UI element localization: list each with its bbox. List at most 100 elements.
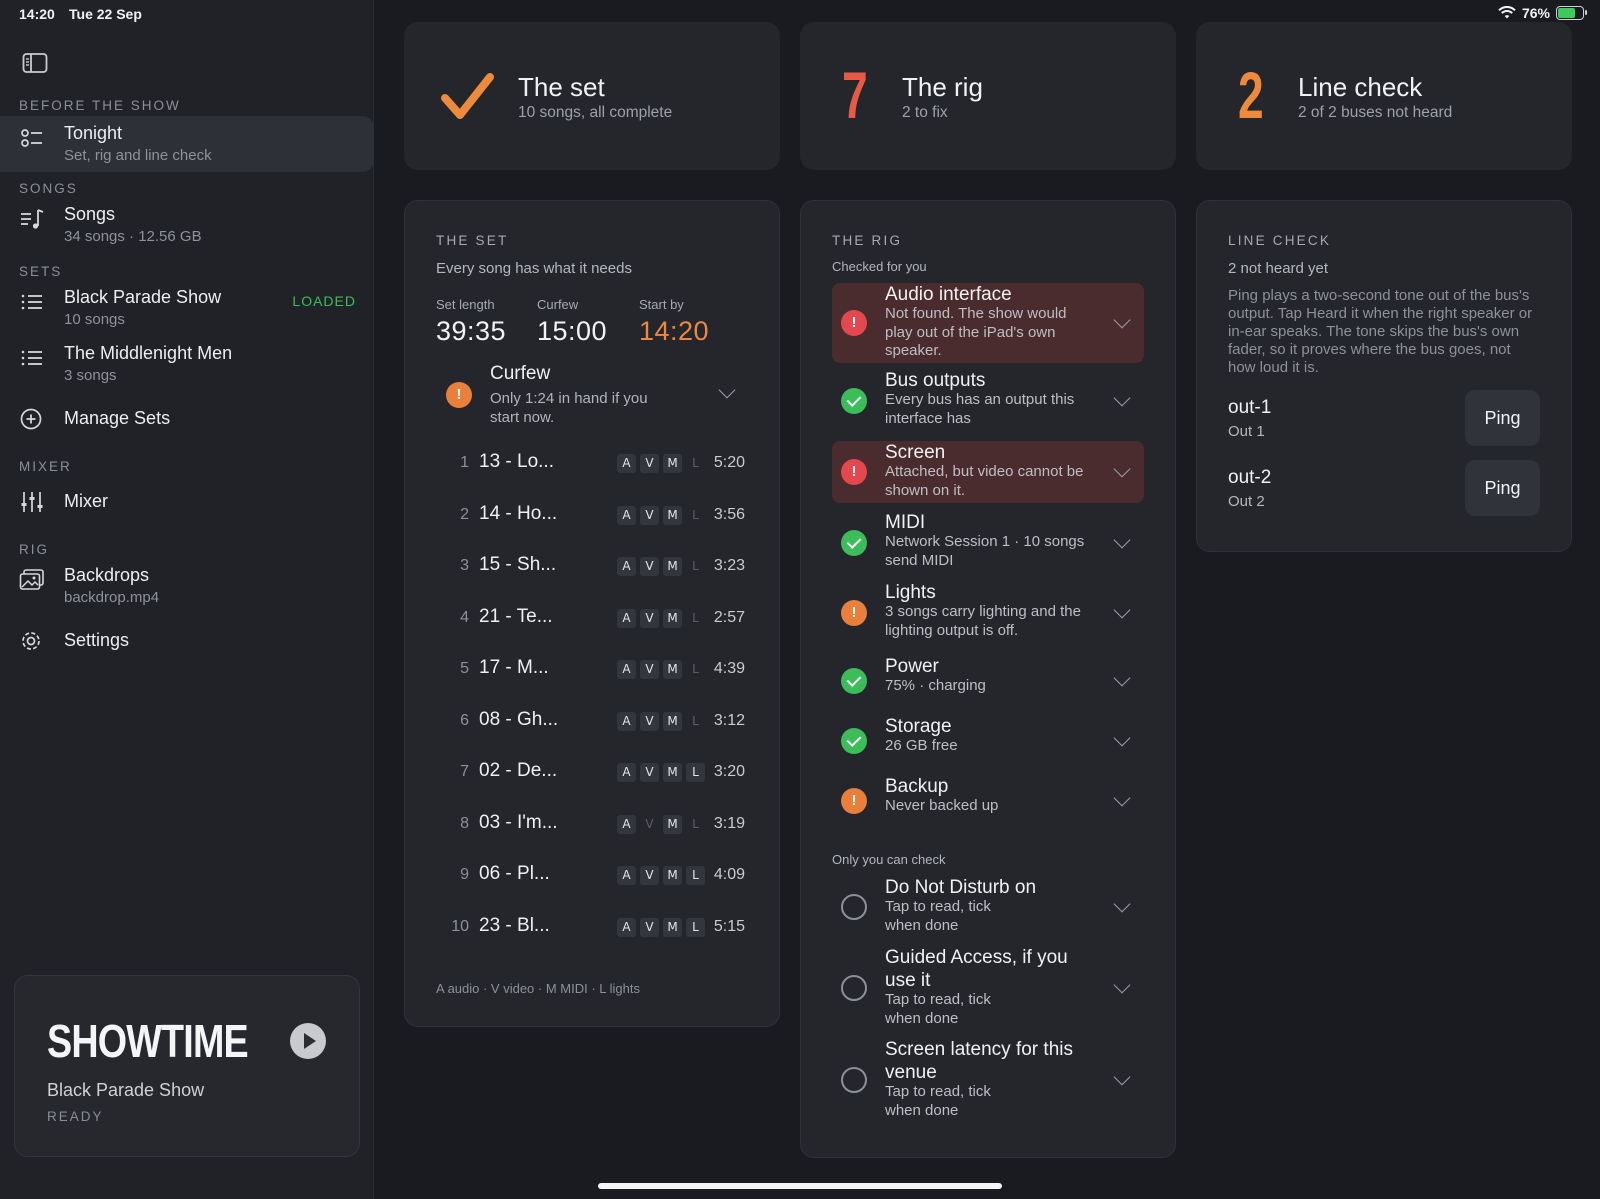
line-check-panel: LINE CHECK 2 not heard yet Ping plays a … [1196, 200, 1572, 552]
song-number: 5 [460, 660, 469, 677]
rig-item-sub: 3 songs carry lighting and the lighting … [885, 603, 1081, 639]
section-before-show: BEFORE THE SHOW [19, 98, 181, 113]
sidebar-item-sub: 34 songs · 12.56 GB [64, 228, 202, 245]
summary-sub: 2 to fix [902, 104, 948, 121]
status-indicators: 76% [1498, 5, 1587, 21]
summary-card-set[interactable]: The set 10 songs, all complete [404, 22, 780, 170]
rig-check-item[interactable]: Bus outputs Every bus has an output this … [832, 369, 1144, 433]
warning-icon: ! [841, 788, 867, 814]
song-badge-l: L [686, 917, 705, 937]
song-badge-v: V [640, 608, 659, 628]
section-rig: RIG [19, 542, 50, 557]
song-row[interactable]: 3 15 - Sh... A V M L 3:23 [435, 551, 745, 581]
rig-check-item[interactable]: ! Lights 3 songs carry lighting and the li… [832, 581, 1144, 645]
song-row[interactable]: 9 06 - Pl... A V M L 4:09 [435, 860, 745, 890]
rig-manual-item[interactable]: Guided Access, if you use it Tap to read,… [832, 946, 1144, 1030]
warning-sub: Only 1:24 in hand if you start now. [490, 390, 648, 426]
rig-check-item[interactable]: Storage 26 GB free [832, 715, 1144, 767]
sidebar-item-sub: Set, rig and line check [64, 147, 212, 164]
stat-start-by: Start by 14:20 [639, 297, 709, 347]
song-row[interactable]: 4 21 - Te... A V M L 2:57 [435, 603, 745, 633]
sidebar-item-label: Songs [64, 204, 116, 224]
empty-circle-icon[interactable] [841, 894, 867, 920]
sidebar-item-set-black-parade[interactable]: Black Parade Show 10 songs LOADED [0, 285, 374, 337]
rig-manual-item[interactable]: Do Not Disturb on Tap to read, tick when … [832, 876, 1144, 938]
song-duration: 3:23 [713, 557, 745, 574]
rig-item-title: Do Not Disturb on [885, 877, 1037, 898]
showtime-card[interactable]: SHOWTIME Black Parade Show READY [14, 975, 360, 1157]
sidebar-item-label: Black Parade Show [64, 287, 222, 307]
battery-percent: 76% [1521, 5, 1550, 21]
rig-item-sub: 75% · charging [885, 677, 986, 694]
sidebar-item-tonight[interactable]: Tonight Set, rig and line check [0, 116, 374, 172]
sliders-icon [21, 492, 43, 512]
chevron-down-icon [1113, 460, 1131, 478]
summary-sub: 10 songs, all complete [518, 104, 673, 121]
sidebar-item-settings[interactable]: Settings [0, 628, 374, 664]
song-badge-m: M [663, 505, 682, 525]
summary-card-rig[interactable]: 7 The rig 2 to fix [800, 22, 1176, 170]
badge-legend: A audio · V video · M MIDI · L lights [436, 981, 640, 996]
song-badge-l: L [686, 866, 705, 885]
sidebar-toggle-icon[interactable] [22, 52, 48, 74]
song-row[interactable]: 10 23 - Bl... A V M L 5:15 [435, 912, 745, 942]
rig-check-item[interactable]: ! Backup Never backed up [832, 775, 1144, 827]
song-duration: 4:09 [713, 866, 745, 883]
song-row[interactable]: 2 14 - Ho... A V M L 3:56 [435, 500, 745, 530]
song-badge-m: M [663, 917, 682, 937]
song-duration: 5:15 [713, 917, 745, 935]
song-number: 8 [460, 814, 469, 832]
song-row[interactable]: 8 03 - I'm... A V M L 3:19 [435, 809, 745, 839]
battery-level [1558, 8, 1576, 18]
check-circle-icon [841, 530, 867, 556]
song-badge-m: M [663, 763, 682, 782]
song-row[interactable]: 6 08 - Gh... A V M L 3:12 [435, 706, 745, 736]
warning-icon: ! [841, 600, 867, 626]
empty-circle-icon[interactable] [841, 1067, 867, 1093]
rig-manual-item[interactable]: Screen latency for this venue Tap to read… [832, 1038, 1144, 1122]
stat-value: 14:20 [639, 316, 710, 346]
song-badge-l: L [692, 559, 699, 573]
warning-icon: ! [841, 459, 867, 485]
sidebar-item-set-middlenight-men[interactable]: The Middlenight Men 3 songs [0, 341, 374, 393]
sidebar-item-label: Tonight [64, 123, 123, 143]
rig-item-title: MIDI [885, 512, 926, 533]
rig-item-sub: Never backed up [885, 797, 999, 814]
panel-title: LINE CHECK [1228, 233, 1332, 248]
set-panel: THE SET Every song has what it needs Set… [404, 200, 780, 1027]
song-row[interactable]: 7 02 - De... A V M L 3:20 [435, 757, 745, 787]
song-badge-a: A [617, 814, 636, 834]
rig-check-item[interactable]: MIDI Network Session 1 · 10 songs send MI… [832, 511, 1144, 575]
rig-check-item[interactable]: ! Screen Attached, but video cannot be sho… [832, 441, 1144, 503]
song-badge-v: V [640, 505, 659, 525]
status-date: Tue 22 Sep [69, 6, 142, 22]
sidebar-item-backdrops[interactable]: Backdrops backdrop.mp4 [0, 563, 374, 615]
play-icon[interactable] [290, 1023, 326, 1059]
song-badge-m: M [663, 557, 682, 576]
sidebar-item-songs[interactable]: Songs 34 songs · 12.56 GB [0, 202, 374, 254]
song-row[interactable]: 5 17 - M... A V M L 4:39 [435, 654, 745, 684]
summary-card-line-check[interactable]: 2 Line check 2 of 2 buses not heard [1196, 22, 1572, 170]
bus-name: out-2 [1228, 467, 1272, 488]
song-badge-m: M [663, 660, 682, 679]
ping-button[interactable]: Ping [1465, 460, 1540, 516]
song-badge-v: V [640, 557, 659, 576]
rig-check-item[interactable]: Power 75% · charging [832, 655, 1144, 707]
sidebar-item-mixer[interactable]: Mixer [0, 489, 374, 525]
home-indicator[interactable] [598, 1183, 1002, 1189]
chevron-down-icon [1113, 601, 1131, 619]
chevron-down-icon [1113, 311, 1131, 329]
song-badge-l: L [692, 816, 699, 831]
empty-circle-icon[interactable] [841, 975, 867, 1001]
rig-check-item[interactable]: ! Audio interface Not found. The show woul… [832, 283, 1144, 363]
song-row[interactable]: 1 13 - Lo... A V M L 5:20 [435, 448, 745, 478]
summary-count: 2 [1238, 58, 1264, 132]
song-badge-l: L [692, 456, 699, 470]
song-badge-m: M [663, 608, 682, 628]
ping-button[interactable]: Ping [1465, 390, 1540, 446]
song-badge-l: L [692, 662, 699, 676]
song-duration: 2:57 [713, 608, 745, 626]
sidebar-item-manage-sets[interactable]: Manage Sets [0, 406, 374, 442]
song-badge-m: M [663, 454, 682, 473]
sidebar: BEFORE THE SHOW Tonight Set, rig and lin… [0, 0, 374, 1199]
